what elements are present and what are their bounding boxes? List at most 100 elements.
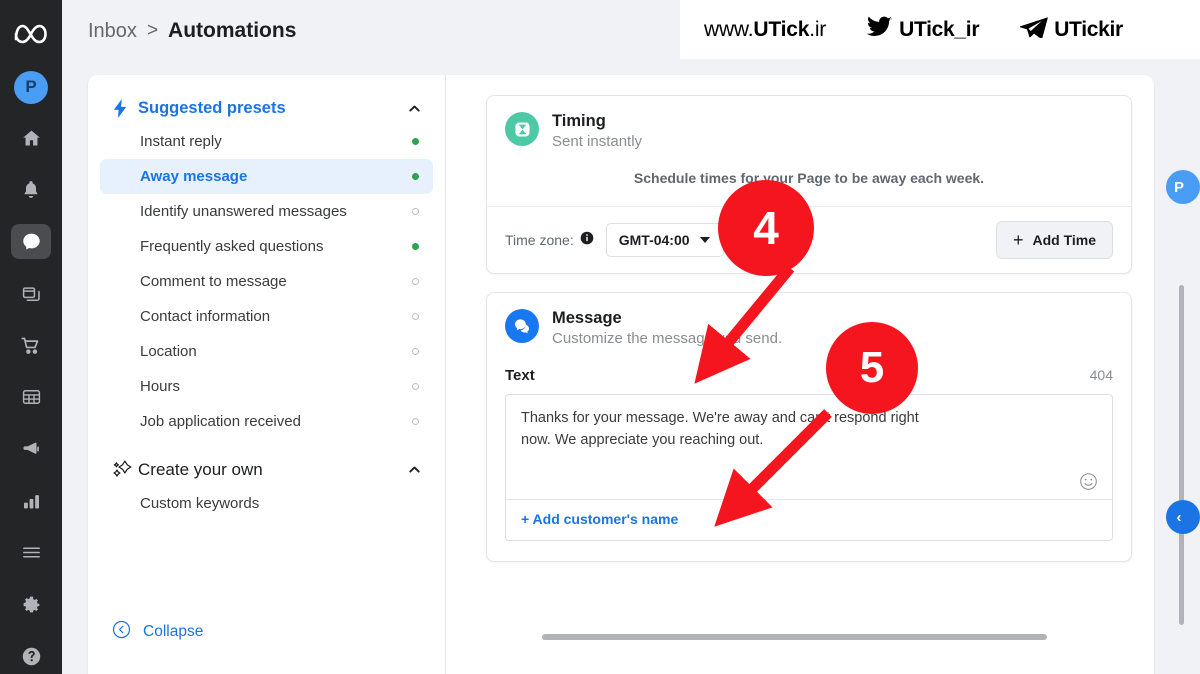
bell-icon[interactable] [11,172,51,207]
chevron-up-icon[interactable] [407,462,423,478]
create-your-own-header[interactable]: Create your own [88,453,445,486]
chat-bubbles-icon [505,308,539,343]
watermark-website: www.UTick.ir [704,18,826,42]
edge-chip-label: ‹ [1176,508,1182,526]
page-title: Automations [168,19,297,42]
preset-label: Frequently asked questions [140,238,324,255]
status-dot-off [412,383,419,390]
preset-label: Job application received [140,413,301,430]
annotation-arrow-5 [714,409,832,527]
preset-label: Custom keywords [140,495,260,512]
breadcrumb: Inbox > Automations [62,19,296,43]
left-nav-rail: P [0,0,62,674]
add-customer-name-link[interactable]: + Add customer's name [521,511,678,527]
create-your-own-label: Create your own [138,459,263,479]
watermark-telegram: UTickir [1019,16,1123,43]
edge-arrow-chip[interactable]: ‹ [1166,500,1200,534]
preset-label: Away message [140,168,248,185]
preset-item-frequently-asked-questions[interactable]: Frequently asked questions [100,229,433,264]
preset-item-comment-to-message[interactable]: Comment to message [100,264,433,299]
chevron-up-icon[interactable] [407,101,423,117]
collapse-button[interactable]: Collapse [88,620,203,644]
preset-item-location[interactable]: Location [100,334,433,369]
add-time-label: Add Time [1032,231,1096,248]
preset-label: Instant reply [140,133,222,150]
list-lines-icon[interactable] [11,535,51,570]
presets-sidebar: Suggested presets Instant reply Away mes… [88,75,446,674]
preset-label: Comment to message [140,273,287,290]
timezone-label: Time zone: [505,231,594,248]
preset-label: Location [140,343,197,360]
watermark-site-tld: .ir [809,17,827,41]
preset-item-instant-reply[interactable]: Instant reply [100,124,433,159]
add-time-button[interactable]: + Add Time [995,220,1113,259]
watermark-banner: www.UTick.ir UTick_ir UTickir [680,0,1200,59]
breadcrumb-parent[interactable]: Inbox [88,20,137,43]
preset-label: Hours [140,378,181,395]
hourglass-icon [505,112,539,146]
watermark-twitter: UTick_ir [866,16,979,44]
status-dot-on [412,243,419,250]
horizontal-scrollbar[interactable] [542,634,1047,640]
meta-logo-icon[interactable] [8,14,54,55]
status-dot-off [412,418,419,425]
suggested-presets-label: Suggested presets [138,99,286,117]
telegram-plane-icon [1019,16,1048,43]
home-icon[interactable] [11,121,51,156]
suggested-presets-header[interactable]: Suggested presets [88,93,445,124]
pages-icon[interactable] [11,276,51,311]
annotation-number: 5 [859,343,885,392]
timezone-value: GMT-04:00 [618,231,690,248]
twitter-bird-icon [866,16,893,44]
breadcrumb-separator-icon: > [146,20,159,41]
edge-avatar-chip[interactable]: P [1166,170,1200,204]
character-counter: 404 [1089,366,1113,383]
app-root: P Inbox > Automations www.UTick.ir UTick… [0,0,1200,674]
chat-bubble-icon[interactable] [11,224,51,260]
status-dot-off [412,313,419,320]
preset-item-hours[interactable]: Hours [100,369,433,404]
status-dot-off [412,278,419,285]
gear-icon[interactable] [11,587,51,622]
preset-label: Contact information [140,308,271,325]
status-dot-on [412,173,419,180]
megaphone-icon[interactable] [11,432,51,467]
status-dot-on [412,138,419,145]
automations-panel: Suggested presets Instant reply Away mes… [88,75,1154,674]
timing-card-header: Timing Sent instantly [487,96,1131,164]
preset-item-away-message[interactable]: Away message [100,159,433,194]
grid-table-icon[interactable] [11,380,51,415]
text-field-label: Text [505,366,535,384]
preset-item-contact-information[interactable]: Contact information [100,299,433,334]
bar-chart-icon[interactable] [11,484,51,519]
status-dot-off [412,208,419,215]
annotation-badge-4: 4 [718,180,814,276]
preset-label: Identify unanswered messages [140,203,347,220]
preset-item-identify-unanswered-messages[interactable]: Identify unanswered messages [100,194,433,229]
sparkle-icon [112,459,138,480]
schedule-note: Schedule times for your Page to be away … [633,169,985,186]
watermark-twitter-handle: UTick_ir [899,17,980,41]
plus-icon: + [1012,229,1024,250]
preset-item-custom-keywords[interactable]: Custom keywords [100,486,433,521]
timezone-label-text: Time zone: [505,231,574,248]
timing-title: Timing [552,112,606,130]
chevron-left-circle-icon [112,620,131,644]
timing-subtitle: Sent instantly [552,132,643,150]
status-dot-none [412,500,419,507]
rail-avatar[interactable]: P [14,70,48,104]
question-circle-icon[interactable] [11,639,51,674]
collapse-label: Collapse [143,623,204,640]
status-dot-off [412,348,419,355]
lightning-bolt-icon [112,99,138,118]
watermark-site-prefix: www. [704,17,754,41]
annotation-badge-5: 5 [826,322,918,414]
smiley-face-icon[interactable] [1079,472,1098,491]
edge-chip-label: P [1173,178,1184,196]
shopping-cart-icon[interactable] [11,328,51,363]
vertical-scrollbar[interactable] [1179,285,1184,625]
chevron-down-icon [699,236,710,243]
page-header: Inbox > Automations www.UTick.ir UTick_i… [62,0,1200,62]
info-circle-icon[interactable] [580,231,594,248]
preset-item-job-application-received[interactable]: Job application received [100,404,433,439]
